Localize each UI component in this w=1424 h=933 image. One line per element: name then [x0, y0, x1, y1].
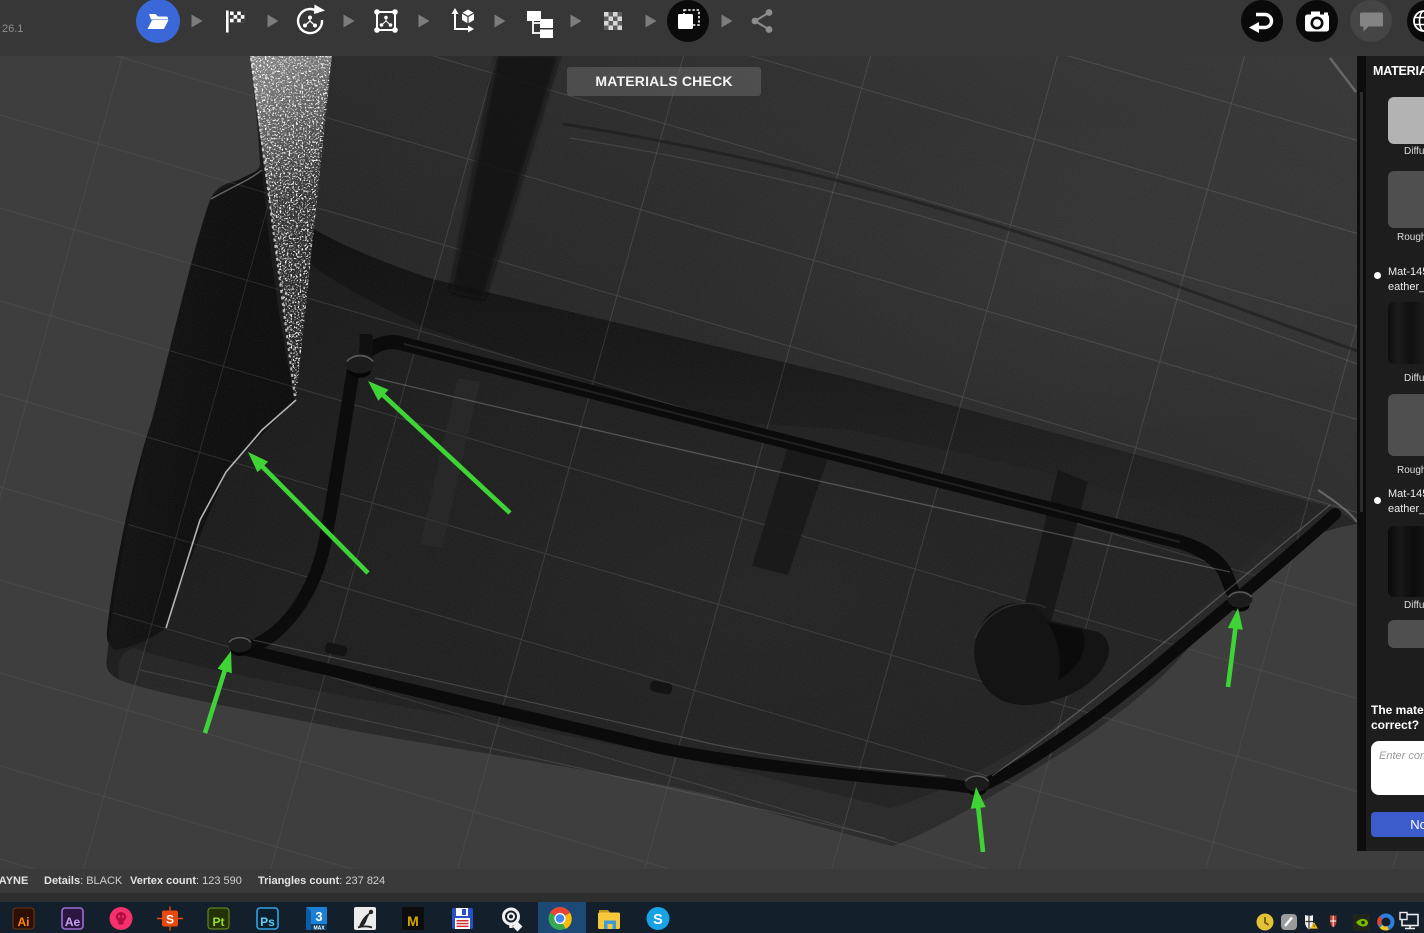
svg-text:M: M [407, 913, 419, 929]
svg-text:Ae: Ae [65, 915, 81, 929]
svg-text:MAX: MAX [313, 925, 325, 931]
svg-text:S: S [653, 912, 663, 928]
svg-text:S: S [166, 913, 174, 927]
svg-text:Pt: Pt [213, 915, 225, 929]
svg-text:Ai: Ai [18, 915, 30, 929]
svg-text:Ps: Ps [260, 915, 275, 929]
svg-text:3: 3 [315, 909, 322, 924]
